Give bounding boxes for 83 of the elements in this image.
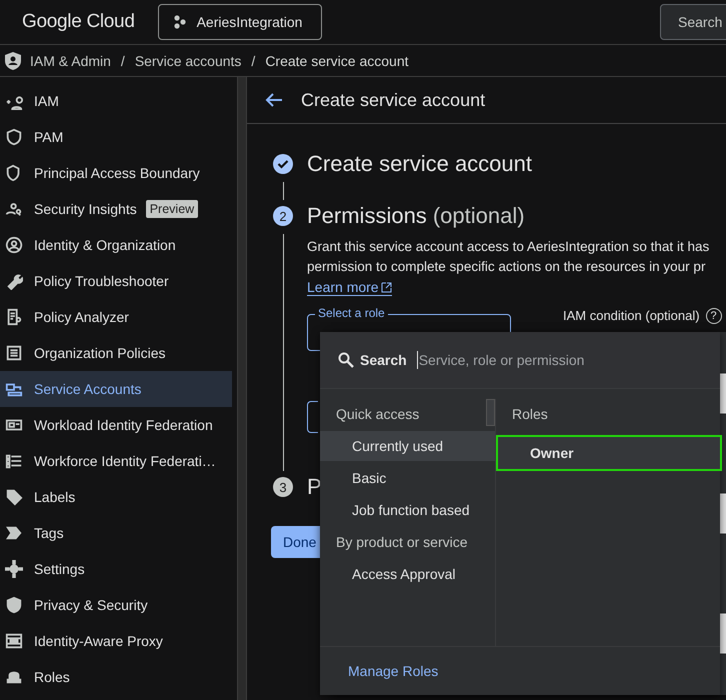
sidebar-item[interactable]: Organization Policies xyxy=(0,335,232,371)
breadcrumb-link[interactable]: IAM & Admin xyxy=(30,52,111,68)
step-title: Permissions (optional) xyxy=(307,203,525,229)
search-bar: Search Service, role or permission xyxy=(320,332,720,389)
nav-label: IAM xyxy=(34,93,59,109)
search-icon xyxy=(338,352,354,368)
sidebar-item[interactable]: Identity-Aware Proxy xyxy=(0,623,232,659)
description-line: permission to complete specific actions on the resources in your pr xyxy=(307,258,706,276)
nav-label: PAM xyxy=(34,129,64,145)
scrollbar-thumb[interactable] xyxy=(486,399,495,426)
nav-label: Service Accounts xyxy=(34,381,142,397)
nav-label: Workforce Identity Federati… xyxy=(34,453,216,469)
sidebar-item[interactable]: PAM xyxy=(0,119,232,155)
manage-roles-link[interactable]: Manage Roles xyxy=(348,663,438,679)
sidebar-item[interactable]: Security Insights Preview xyxy=(0,191,232,227)
category-item[interactable]: Job function based xyxy=(320,495,495,525)
nav-label: Workload Identity Federation xyxy=(34,417,213,433)
nav-icon xyxy=(5,272,23,290)
nav-label: Security Insights xyxy=(34,201,137,217)
search-button[interactable]: Search xyxy=(660,4,726,40)
preview-badge: Preview xyxy=(146,200,198,218)
nav-label: Privacy & Security xyxy=(34,597,148,613)
nav-label: Principal Access Boundary xyxy=(34,165,200,181)
step-number: 2 xyxy=(273,206,293,226)
nav-label: Labels xyxy=(34,489,76,505)
nav-icon xyxy=(5,632,23,650)
nav-icon xyxy=(5,128,23,146)
description-line: Grant this service account access to AeriesIntegration so that it has xyxy=(307,238,710,256)
nav-label: Organization Policies xyxy=(34,345,166,361)
learn-more-link[interactable]: Learn more xyxy=(307,279,392,296)
shield-icon xyxy=(4,50,22,70)
sidebar-item[interactable]: Policy Analyzer xyxy=(0,299,232,335)
nav-icon xyxy=(5,488,23,506)
nav-icon xyxy=(5,560,23,578)
category-item[interactable]: Basic xyxy=(320,463,495,493)
iam-condition-label: IAM condition (optional) xyxy=(563,308,700,323)
sidebar-item[interactable]: IAM xyxy=(0,83,232,119)
nav-label: Policy Analyzer xyxy=(34,309,129,325)
sidebar-item[interactable]: Tags xyxy=(0,515,232,551)
sidebar-item[interactable]: Service Accounts xyxy=(0,371,232,407)
step-title: Create service account xyxy=(307,151,532,177)
step-number: 3 xyxy=(273,477,293,497)
nav-icon xyxy=(5,452,23,470)
nav-label: Roles xyxy=(34,669,70,685)
external-link-icon xyxy=(380,282,392,292)
step-title: P xyxy=(307,474,322,500)
sidebar-item[interactable]: Settings xyxy=(0,551,232,587)
help-icon[interactable]: ? xyxy=(706,308,722,324)
back-arrow-icon[interactable] xyxy=(265,92,283,108)
sidebar-item[interactable]: Policy Troubleshooter xyxy=(0,263,232,299)
breadcrumb-link[interactable]: Service accounts xyxy=(134,52,242,68)
sidebar-item[interactable]: Privacy & Security xyxy=(0,587,232,623)
category-item[interactable]: Currently used xyxy=(320,431,495,461)
breadcrumb-separator: / xyxy=(120,52,125,68)
project-picker[interactable]: AeriesIntegration xyxy=(158,4,322,40)
nav-label: Identity-Aware Proxy xyxy=(34,633,163,649)
category-heading: Quick access xyxy=(335,405,420,424)
nav-icon xyxy=(5,344,23,362)
roles-heading: Roles xyxy=(511,405,549,424)
nav-label: Tags xyxy=(34,525,64,541)
nav-icon xyxy=(5,200,23,218)
page-title: Create service account xyxy=(301,90,486,110)
sidebar-item[interactable]: Labels xyxy=(0,479,232,515)
nav-icon xyxy=(5,596,23,614)
sidebar-item[interactable]: Principal Access Boundary xyxy=(0,155,232,191)
sidebar-item[interactable]: Workforce Identity Federati… xyxy=(0,443,232,479)
sidebar-item[interactable]: Identity & Organization xyxy=(0,227,232,263)
nav-icon xyxy=(5,524,23,542)
role-item[interactable]: Owner xyxy=(496,435,722,471)
nav-icon xyxy=(5,308,23,326)
nav-label: Policy Troubleshooter xyxy=(34,273,169,289)
search-input[interactable]: Service, role or permission xyxy=(416,351,720,369)
logo[interactable]: Google Cloud xyxy=(22,11,135,33)
sidebar-item[interactable]: Roles xyxy=(0,659,232,695)
scrollbar[interactable] xyxy=(237,77,247,700)
breadcrumb-separator: / xyxy=(251,52,256,68)
sidebar-item[interactable]: Workload Identity Federation xyxy=(0,407,232,443)
nav-icon xyxy=(5,236,23,254)
nav-label: Settings xyxy=(34,561,85,577)
nav-label: Identity & Organization xyxy=(34,237,176,253)
breadcrumb-current: Create service account xyxy=(265,52,408,68)
category-item[interactable]: Access Approval xyxy=(320,559,495,589)
hexagons-icon xyxy=(172,15,187,29)
